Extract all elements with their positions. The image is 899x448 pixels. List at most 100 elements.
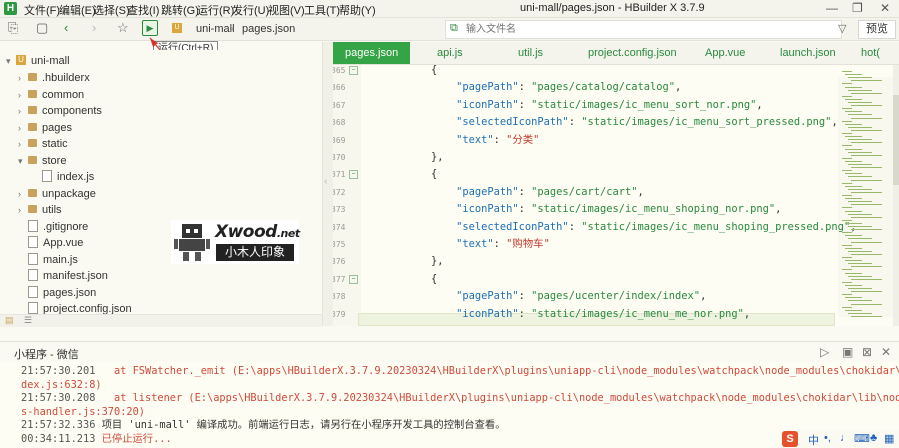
chevron-right-icon[interactable]: › xyxy=(18,120,28,136)
tree-item-hbuilderx[interactable]: › .hbuilderx xyxy=(18,70,90,86)
menu-tools[interactable]: 工具(T) xyxy=(304,2,340,18)
code-line[interactable]: 372 "pagePath": "pages/cart/cart", xyxy=(333,184,833,201)
tab-project-config-json[interactable]: project.config.json xyxy=(588,42,677,64)
file-list-icon[interactable]: ☰ xyxy=(24,315,32,326)
fold-toggle-icon[interactable]: − xyxy=(349,170,358,180)
tree-item-components[interactable]: › components xyxy=(18,103,102,119)
toolbox-icon[interactable]: ▦ xyxy=(884,432,894,445)
file-search-input[interactable] xyxy=(466,21,826,37)
file-search-box[interactable]: ⧉ xyxy=(445,20,842,39)
code-line[interactable]: 367 "iconPath": "static/images/ic_menu_s… xyxy=(333,97,833,114)
tree-item-pages[interactable]: › pages xyxy=(18,120,72,136)
console-output[interactable]: 21:57:30.201 at FSWatcher._emit (E:\apps… xyxy=(0,362,899,448)
code-line[interactable]: 368 "selectedIconPath": "static/images/i… xyxy=(333,114,838,131)
code-line[interactable]: 376 }, xyxy=(333,253,833,270)
run-icon[interactable]: ▷ xyxy=(820,345,829,359)
maximize-icon[interactable]: ❐ xyxy=(852,1,863,15)
preview-button[interactable]: 预览 xyxy=(858,20,896,39)
chevron-down-icon[interactable]: ▾ xyxy=(6,53,16,69)
project-explorer: ▾ Uuni-mall › .hbuilderx › common › componen… xyxy=(0,50,322,325)
chevron-down-icon[interactable]: ▾ xyxy=(18,153,28,169)
tab-util-js[interactable]: util.js xyxy=(518,42,543,64)
keyboard-icon[interactable]: ⌨ xyxy=(854,432,870,445)
code-line[interactable]: 371− { xyxy=(333,166,833,183)
folder-toggle-icon[interactable]: ▤ xyxy=(5,315,14,326)
tree-item-store[interactable]: ▾ store xyxy=(18,153,66,169)
close-icon[interactable]: ✕ xyxy=(880,1,890,15)
fold-toggle-icon[interactable]: − xyxy=(349,274,358,284)
menu-edit[interactable]: 编辑(E) xyxy=(59,2,96,18)
tree-item-app-vue[interactable]: App.vue xyxy=(28,235,83,251)
minimap[interactable] xyxy=(838,67,898,326)
clear-console-icon[interactable]: ⊠ xyxy=(862,345,872,359)
code-editor[interactable]: 365− {366 "pagePath": "pages/catalog/cat… xyxy=(333,65,899,326)
tree-item-common[interactable]: › common xyxy=(18,87,84,103)
tree-item-manifest-json[interactable]: manifest.json xyxy=(28,268,108,284)
back-icon[interactable]: ‹ xyxy=(64,21,68,35)
tab-hot[interactable]: hot( xyxy=(861,42,880,64)
chevron-right-icon[interactable]: › xyxy=(18,87,28,103)
menu-run[interactable]: 运行(R) xyxy=(197,2,234,18)
menu-view[interactable]: 视图(V) xyxy=(268,2,305,18)
tab-app-vue[interactable]: App.vue xyxy=(705,42,745,64)
code-line[interactable]: 374 "selectedIconPath": "static/images/i… xyxy=(333,219,856,236)
code-line[interactable]: 366 "pagePath": "pages/catalog/catalog", xyxy=(333,79,833,96)
collapse-chevron-icon[interactable]: ‹ xyxy=(324,176,327,187)
minimize-icon[interactable]: — xyxy=(826,1,838,15)
code-line[interactable]: 380 "selectedIconPath": "static/images/i… xyxy=(333,323,833,326)
save-icon[interactable]: ▢ xyxy=(36,21,48,35)
code-line[interactable]: 375 "text": "购物车" xyxy=(333,236,833,253)
json-brace: { xyxy=(431,168,438,181)
editor-scrollbar[interactable] xyxy=(893,65,899,326)
fold-toggle-icon[interactable]: − xyxy=(349,66,358,75)
ime-language-indicator[interactable]: 中 xyxy=(808,432,819,448)
minimap-line xyxy=(851,191,882,193)
tab-launch-json[interactable]: launch.json xyxy=(780,42,836,64)
tree-item-pages-json[interactable]: pages.json xyxy=(28,285,96,301)
close-console-icon[interactable]: ✕ xyxy=(881,345,891,359)
skin-icon[interactable]: ♣ xyxy=(870,432,877,444)
sogou-ime-icon[interactable]: S xyxy=(782,431,798,447)
menu-publish[interactable]: 发行(U) xyxy=(232,2,269,18)
tree-item-main-js[interactable]: main.js xyxy=(28,252,78,268)
scrollbar-thumb[interactable] xyxy=(893,95,899,185)
json-value: "pages/cart/cart" xyxy=(531,185,638,198)
code-line[interactable]: 365− { xyxy=(333,65,833,79)
code-line[interactable]: 378 "pagePath": "pages/ucenter/index/ind… xyxy=(333,288,833,305)
stop-icon[interactable]: ▣ xyxy=(842,345,853,359)
console-title[interactable]: 小程序 - 微信 xyxy=(14,346,79,362)
breadcrumb-file[interactable]: pages.json xyxy=(242,23,295,35)
menu-select[interactable]: 选择(S) xyxy=(93,2,130,18)
chevron-right-icon[interactable]: › xyxy=(18,186,28,202)
tree-root-uni-mall[interactable]: ▾ Uuni-mall xyxy=(6,53,70,69)
chevron-right-icon[interactable]: › xyxy=(18,136,28,152)
tab-pages-json[interactable]: pages.json xyxy=(333,42,411,64)
bookmark-star-icon[interactable]: ☆ xyxy=(117,21,129,35)
forward-icon[interactable]: › xyxy=(92,21,96,35)
menu-goto[interactable]: 跳转(G) xyxy=(161,2,199,18)
console-message: 项目 'uni-mall' 编译成功。前端运行日志，请另行在小程序开发工具的控制… xyxy=(95,419,506,431)
line-number: 379 xyxy=(333,309,346,319)
code-line[interactable]: 373 "iconPath": "static/images/ic_menu_s… xyxy=(333,201,833,218)
ime-punctuation-icon[interactable]: •, xyxy=(824,432,831,444)
microphone-icon[interactable]: ♩ xyxy=(840,432,851,444)
code-line[interactable]: 369 "text": "分类" xyxy=(333,132,833,149)
tree-item-gitignore[interactable]: .gitignore xyxy=(28,219,88,235)
tree-item-index-js[interactable]: index.js xyxy=(42,169,94,185)
code-line[interactable]: 377− { xyxy=(333,271,833,288)
tree-item-static[interactable]: › static xyxy=(18,136,68,152)
chevron-right-icon[interactable]: › xyxy=(18,202,28,218)
chevron-right-icon[interactable]: › xyxy=(18,103,28,119)
new-file-icon[interactable]: ⎘ xyxy=(8,21,18,35)
tab-api-js[interactable]: api.js xyxy=(437,42,463,64)
tree-item-unpackage[interactable]: › unpackage xyxy=(18,186,96,202)
menu-file[interactable]: 文件(F) xyxy=(24,2,60,18)
tree-item-utils[interactable]: › utils xyxy=(18,202,62,218)
chevron-right-icon[interactable]: › xyxy=(18,70,28,86)
filter-icon[interactable]: ▽ xyxy=(838,22,846,36)
menu-find[interactable]: 查找(I) xyxy=(127,2,159,18)
code-line[interactable]: 370 }, xyxy=(333,149,833,166)
code-line[interactable]: 379 "iconPath": "static/images/ic_menu_m… xyxy=(333,306,833,323)
menu-help[interactable]: 帮助(Y) xyxy=(339,2,376,18)
